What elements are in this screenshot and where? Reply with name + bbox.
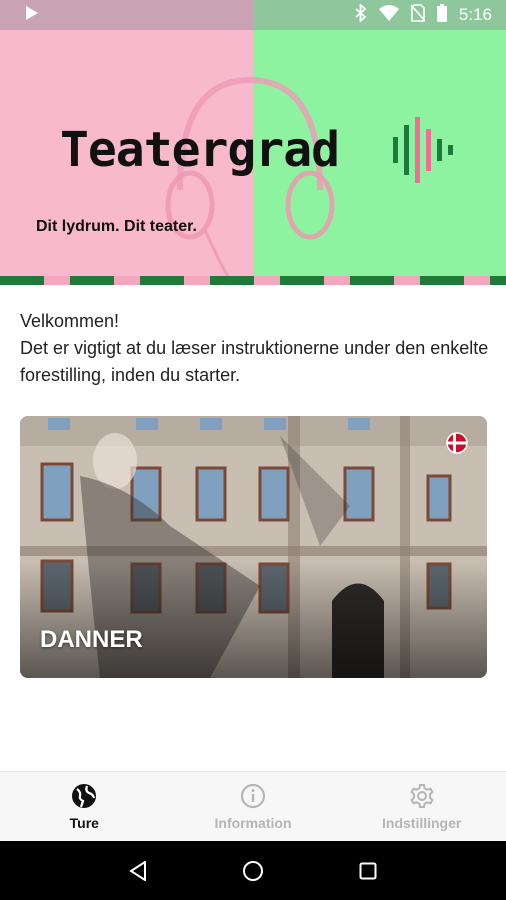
system-navigation-bar [0,841,506,900]
status-time: 5:16 [458,5,492,24]
welcome-heading: Velkommen! [20,311,120,331]
tour-card[interactable]: DANNER [20,416,487,678]
app-logo: Teatergrad [60,122,340,178]
tour-title: DANNER [40,626,143,653]
denmark-flag-icon [446,432,468,454]
gear-icon [409,783,434,808]
tab-ture-label: Ture [69,814,99,831]
tab-information-label: Information [214,814,292,831]
hero-banner: Teatergrad Dit lydrum. Dit teater. [0,30,506,285]
back-button[interactable] [118,851,158,891]
tab-information[interactable]: Information [169,772,338,841]
home-button[interactable] [233,851,273,891]
welcome-text: Velkommen! Det er vigtigt at du læser in… [20,308,490,389]
tab-ture[interactable]: Ture [0,772,169,841]
info-icon [240,783,266,808]
wifi-icon [378,4,399,26]
welcome-instructions: Det er vigtigt at du læser instruktioner… [20,338,489,385]
battery-icon [436,3,447,27]
home-icon [242,860,263,881]
back-icon [128,860,146,881]
hero-stripe [0,276,506,285]
no-sim-icon [410,3,426,27]
soundwave-icon [393,117,453,183]
status-bar: 5:16 [0,0,506,30]
play-icon [26,5,38,25]
bluetooth-icon [355,2,367,27]
recents-button[interactable] [348,851,388,891]
tab-indstillinger-label: Indstillinger [382,814,462,831]
bottom-navigation: Ture Information Indstillinger [0,771,506,841]
tab-indstillinger[interactable]: Indstillinger [337,772,506,841]
hero-tagline: Dit lydrum. Dit teater. [36,218,197,235]
globe-icon [72,783,97,808]
recents-icon [359,862,377,879]
